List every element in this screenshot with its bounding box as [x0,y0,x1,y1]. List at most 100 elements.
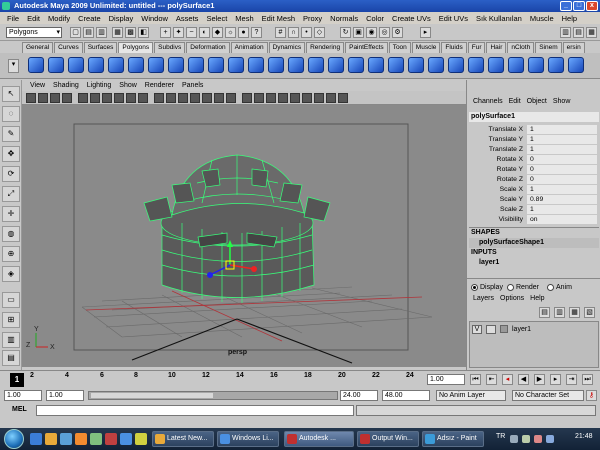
menu-edit[interactable]: Edit [23,14,44,23]
tray-security-icon[interactable] [534,435,542,443]
menu-set-dropdown[interactable]: Polygons [6,27,62,38]
wireframe-on-shaded-icon[interactable] [178,93,188,103]
menu-muscle[interactable]: Muscle [526,14,558,23]
menu-create[interactable]: Create [74,14,105,23]
xray-icon[interactable] [190,93,200,103]
channel-menu-channels[interactable]: Channels [470,98,506,109]
tray-network-icon[interactable] [510,435,518,443]
selected-object-name[interactable]: polySurface1 [469,112,599,122]
taskbar-button[interactable]: Windows Li... [217,431,279,447]
poly-cube-icon[interactable] [48,57,64,73]
perspective-viewport[interactable]: Z X Y persp [22,105,466,367]
camera-attributes-icon[interactable] [26,93,36,103]
menu-select[interactable]: Select [202,14,231,23]
shelf-tab-dynamics[interactable]: Dynamics [268,42,306,53]
playback-start-field[interactable]: 1.00 [46,390,84,401]
input-node-name[interactable]: layer1 [469,258,599,268]
select-by-joint-icon[interactable]: ✦ [173,27,184,38]
layer-visibility-toggle[interactable]: V [472,324,482,334]
shelf-tab-painteffects[interactable]: PaintEffects [345,42,388,53]
wireframe-shading-icon[interactable] [154,93,164,103]
select-by-deform-icon[interactable]: ◆ [212,27,223,38]
go-to-start-icon[interactable]: ⏮ [470,374,481,385]
two-d-pan-zoom-icon[interactable] [62,93,72,103]
reduce-icon[interactable] [488,57,504,73]
firefox-icon[interactable] [75,433,87,445]
object-mode-icon[interactable]: ▩ [125,27,136,38]
menu-edit-mesh[interactable]: Edit Mesh [258,14,299,23]
menu-proxy[interactable]: Proxy [299,14,326,23]
poly-cone-icon[interactable] [88,57,104,73]
uv-texture-editor-icon[interactable] [568,57,584,73]
attr-value[interactable]: 1 [527,145,597,154]
film-gate-icon[interactable] [90,93,100,103]
extract-icon[interactable] [248,57,264,73]
layer-delete-icon[interactable]: ▧ [584,307,595,318]
graph-editor-layout-icon[interactable]: ▤ [2,350,20,366]
menu-edit-uvs[interactable]: Edit UVs [435,14,472,23]
taskbar-button[interactable]: Output Win... [357,431,419,447]
shelf-tab-ersin[interactable]: ersin [562,42,585,53]
poly-sphere-icon[interactable] [28,57,44,73]
attr-value[interactable]: 1 [527,185,597,194]
shelf-tab-toon[interactable]: Toon [388,42,411,53]
render-frame-icon[interactable]: ◉ [366,27,377,38]
split-polygon-icon[interactable] [388,57,404,73]
shelf-tab-muscle[interactable]: Muscle [411,42,441,53]
attr-rotate-y[interactable]: Rotate Y 0 [469,165,599,175]
channel-menu-show[interactable]: Show [550,98,574,109]
triangulate-icon[interactable] [508,57,524,73]
poly-prism-icon[interactable] [148,57,164,73]
attr-value[interactable]: 1 [527,135,597,144]
minimize-button[interactable]: _ [560,1,572,11]
history-icon[interactable]: ↻ [340,27,351,38]
character-set-dropdown[interactable]: No Character Set [512,390,584,401]
layer-name[interactable]: layer1 [512,326,531,333]
range-slider-track[interactable] [88,391,338,400]
poke-face-icon[interactable] [468,57,484,73]
attr-scale-z[interactable]: Scale Z 1 [469,205,599,215]
shadows-icon[interactable] [226,93,236,103]
poly-cylinder-icon[interactable] [68,57,84,73]
attr-visibility[interactable]: Visibility on [469,215,599,225]
radio-render[interactable] [507,284,514,291]
menu-help[interactable]: Help [558,14,581,23]
select-by-dynamic-icon[interactable]: ☼ [225,27,236,38]
save-scene-icon[interactable]: ▥ [96,27,107,38]
shelf-tab-ncloth[interactable]: nCloth [507,42,535,53]
ipr-render-icon[interactable]: ◎ [379,27,390,38]
move-tool-icon[interactable]: ✥ [2,146,20,162]
menu-normals[interactable]: Normals [326,14,362,23]
menu-assets[interactable]: Assets [172,14,203,23]
layer-mode-display[interactable]: Display [471,284,503,291]
shelf-tab-fur[interactable]: Fur [467,42,486,53]
isolate-select-icon[interactable] [254,93,264,103]
attr-translate-z[interactable]: Translate Z 1 [469,145,599,155]
component-mode-icon[interactable]: ◧ [138,27,149,38]
messenger-icon[interactable] [120,433,132,445]
quicklaunch-icon[interactable] [105,433,117,445]
quadrangulate-icon[interactable] [528,57,544,73]
maximize-button[interactable]: □ [573,1,585,11]
layer-option-icon[interactable]: ▦ [569,307,580,318]
menu-file[interactable]: File [3,14,23,23]
channel-menu-object[interactable]: Object [524,98,550,109]
animation-start-field[interactable]: 1.00 [4,390,42,401]
current-frame-field[interactable]: 1.00 [427,374,465,385]
use-all-lights-icon[interactable] [214,93,224,103]
step-back-frame-icon[interactable]: ◂ [502,374,513,385]
motion-blur-icon[interactable] [326,93,336,103]
shelf-tab-subdivs[interactable]: Subdivs [154,42,186,53]
attr-value[interactable]: 1 [527,205,597,214]
open-scene-icon[interactable]: ▤ [83,27,94,38]
shelf-tab-surfaces[interactable]: Surfaces [83,42,118,53]
textured-icon[interactable] [202,93,212,103]
menu-color[interactable]: Color [362,14,388,23]
shelf-tab-sinem[interactable]: Sinem [535,42,562,53]
tray-volume-icon[interactable] [522,435,530,443]
attr-value[interactable]: 0 [527,155,597,164]
input-field-icon[interactable]: ▸ [420,27,431,38]
ambient-occlusion-icon[interactable] [302,93,312,103]
step-back-key-icon[interactable]: ⇤ [486,374,497,385]
bevel-icon[interactable] [408,57,424,73]
